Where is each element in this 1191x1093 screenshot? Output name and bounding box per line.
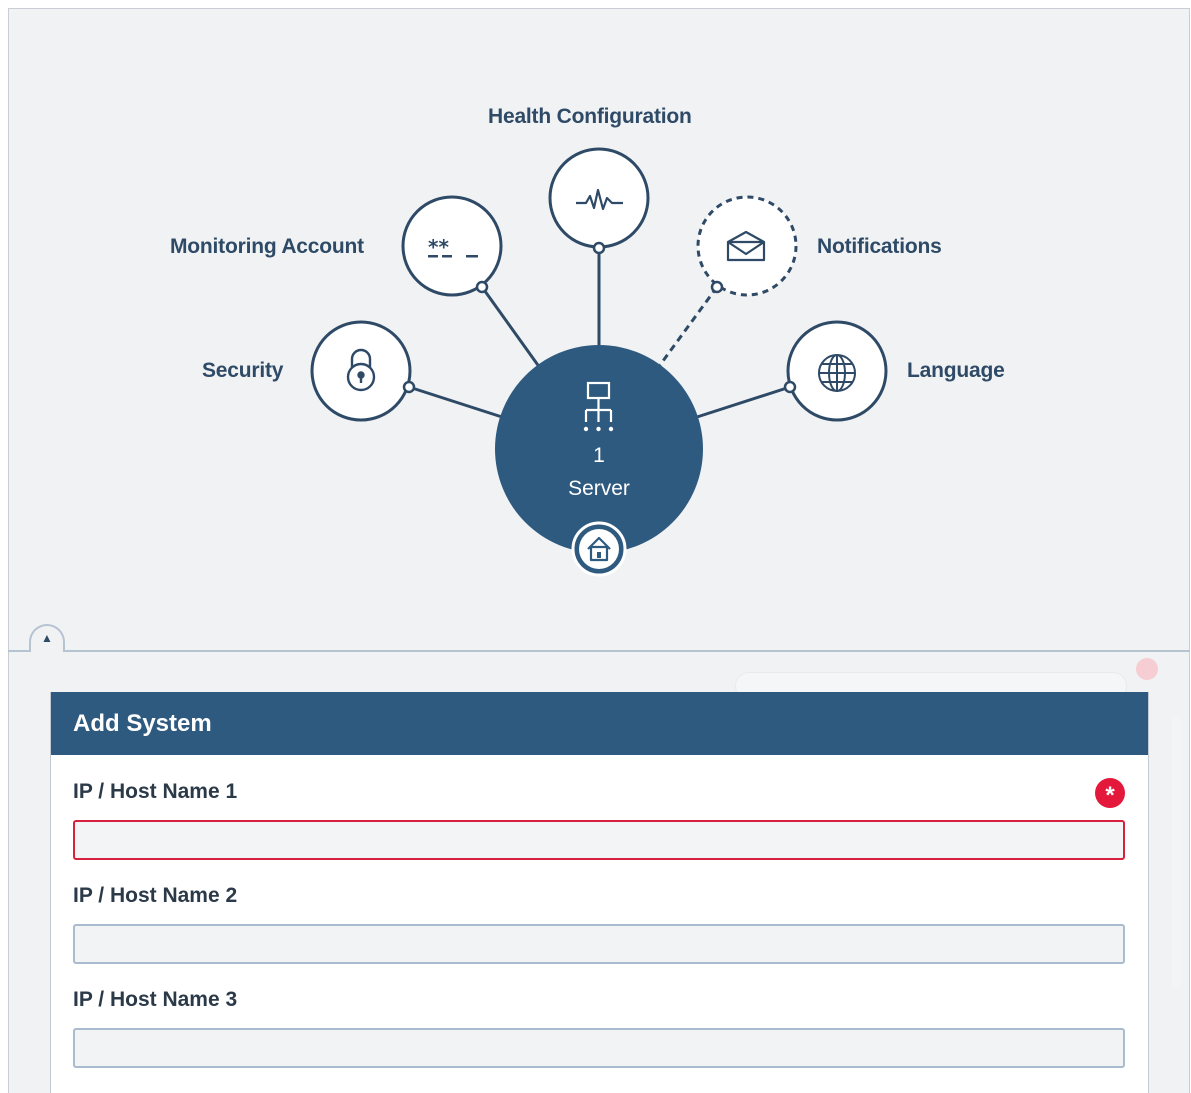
panel-title: Add System [51,692,1148,755]
host-name-2-input[interactable] [73,924,1125,964]
chevron-up-icon: ▲ [41,631,53,645]
add-system-panel: Add System IP / Host Name 1 * IP / Host … [50,692,1149,1093]
connector-language [696,385,791,419]
node-monitoring-account[interactable]: ** [401,195,503,297]
required-asterisk-icon: * [1095,778,1125,809]
collapse-toggle-button[interactable]: ▲ [29,624,65,652]
globe-icon [818,354,856,392]
background-badge [1136,658,1158,680]
label-notifications[interactable]: Notifications [817,235,942,259]
field-label-host-1: IP / Host Name 1 [73,780,238,803]
connector-security [408,385,503,419]
setup-diagram: ** [310,147,888,577]
label-language[interactable]: Language [907,359,1005,383]
server-count: 1 [593,444,605,467]
host-name-3-input[interactable] [73,1028,1125,1068]
connector-notifications [658,286,719,366]
label-security[interactable]: Security [202,359,283,383]
field-label-host-2: IP / Host Name 2 [73,884,238,907]
section-divider [8,650,1190,652]
node-security[interactable] [310,320,416,422]
connector-monitoring [480,286,542,369]
node-language[interactable] [783,320,888,422]
field-label-host-3: IP / Host Name 3 [73,988,238,1011]
node-notifications[interactable] [696,195,798,297]
label-monitoring-account[interactable]: Monitoring Account [170,235,364,259]
scrollbar[interactable] [1172,716,1182,988]
server-label: Server [568,477,630,500]
label-health-configuration[interactable]: Health Configuration [488,105,692,129]
node-health-configuration[interactable] [548,147,650,255]
host-name-1-input[interactable] [73,820,1125,860]
